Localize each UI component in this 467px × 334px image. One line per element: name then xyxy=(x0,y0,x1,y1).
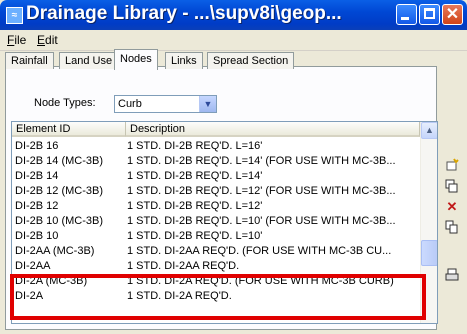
element-id-cell: DI-2B 10 xyxy=(15,230,59,242)
menu-file-label: ile xyxy=(14,33,27,47)
node-types-label: Node Types: xyxy=(34,97,96,109)
description-cell: 1 STD. DI-2B REQ'D. L=14' (FOR USE WITH … xyxy=(127,155,396,167)
tab-nodes[interactable]: Nodes xyxy=(114,49,158,70)
element-id-cell: DI-2AA xyxy=(15,260,51,272)
menu-bar: File Edit xyxy=(0,30,467,51)
title-bar[interactable]: ≈ Drainage Library - ...\supv8i\geop... … xyxy=(0,0,467,30)
list-item[interactable]: DI-2A 1 STD. DI-2A REQ'D. xyxy=(12,289,412,304)
new-item-icon[interactable] xyxy=(445,158,459,172)
element-id-cell: DI-2B 16 xyxy=(15,140,59,152)
menu-file[interactable]: File xyxy=(7,33,26,47)
description-cell: 1 STD. DI-2B REQ'D. L=12' xyxy=(127,200,263,212)
copy-icon[interactable] xyxy=(445,179,459,193)
list-item[interactable]: DI-2B 16 1 STD. DI-2B REQ'D. L=16' xyxy=(12,139,412,154)
node-types-select[interactable]: Curb ▼ xyxy=(114,95,217,113)
paste-icon[interactable] xyxy=(445,220,459,234)
drainage-app-icon[interactable]: ≈ xyxy=(6,7,23,24)
element-id-cell: DI-2B 12 xyxy=(15,200,59,212)
column-header-description[interactable]: Description xyxy=(126,122,420,137)
minimize-button[interactable] xyxy=(396,4,417,25)
paste-svg xyxy=(445,220,458,234)
list-item[interactable]: DI-2B 14 (MC-3B) 1 STD. DI-2B REQ'D. L=14… xyxy=(12,154,412,169)
element-id-cell: DI-2B 12 (MC-3B) xyxy=(15,185,104,197)
list-item[interactable]: DI-2B 12 (MC-3B) 1 STD. DI-2B REQ'D. L=12… xyxy=(12,184,412,199)
description-cell: 1 STD. DI-2AA REQ'D. xyxy=(127,260,240,272)
tab-links[interactable]: Links xyxy=(165,52,203,69)
tab-land-use[interactable]: Land Use xyxy=(59,52,119,69)
minimize-icon xyxy=(401,17,409,20)
print-icon[interactable] xyxy=(445,268,459,282)
node-types-value: Curb xyxy=(118,98,142,110)
copy-svg xyxy=(445,179,458,193)
element-id-cell: DI-2B 14 (MC-3B) xyxy=(15,155,104,167)
list-item[interactable]: DI-2B 10 (MC-3B) 1 STD. DI-2B REQ'D. L=10… xyxy=(12,214,412,229)
list-item[interactable]: DI-2B 12 1 STD. DI-2B REQ'D. L=12' xyxy=(12,199,412,214)
close-button[interactable]: ✕ xyxy=(442,4,463,25)
element-id-cell: DI-2AA (MC-3B) xyxy=(15,245,95,257)
element-id-cell: DI-2A xyxy=(15,290,44,302)
window-title: Drainage Library - ...\supv8i\geop... xyxy=(26,3,342,24)
list-item[interactable]: DI-2B 14 1 STD. DI-2B REQ'D. L=14' xyxy=(12,169,412,184)
description-cell: 1 STD. DI-2B REQ'D. L=10' (FOR USE WITH … xyxy=(127,215,396,227)
description-cell: 1 STD. DI-2AA REQ'D. (FOR USE WITH MC-3B… xyxy=(127,245,392,257)
menu-edit[interactable]: Edit xyxy=(37,33,58,47)
delete-icon[interactable]: ✕ xyxy=(445,200,459,214)
element-id-cell: DI-2B 14 xyxy=(15,170,59,182)
node-list[interactable]: Element ID Description DI-2B 16 1 STD. DI… xyxy=(11,121,438,324)
list-item[interactable]: DI-2AA (MC-3B) 1 STD. DI-2AA REQ'D. (FOR … xyxy=(12,244,412,259)
description-cell: 1 STD. DI-2B REQ'D. L=16' xyxy=(127,140,263,152)
list-item[interactable]: DI-2AA 1 STD. DI-2AA REQ'D. xyxy=(12,259,412,274)
description-cell: 1 STD. DI-2B REQ'D. L=10' xyxy=(127,230,263,242)
description-cell: 1 STD. DI-2B REQ'D. L=12' (FOR USE WITH … xyxy=(127,185,396,197)
scroll-up-icon[interactable]: ▲ xyxy=(421,122,437,139)
maximize-button[interactable] xyxy=(419,4,440,25)
description-cell: 1 STD. DI-2A REQ'D. xyxy=(127,290,232,302)
column-header-element-id[interactable]: Element ID xyxy=(12,122,126,137)
menu-edit-label: dit xyxy=(45,33,58,47)
list-item[interactable]: DI-2A (MC-3B) 1 STD. DI-2A REQ'D. (FOR US… xyxy=(12,274,412,289)
print-svg xyxy=(445,268,459,281)
scroll-thumb[interactable] xyxy=(421,240,437,266)
chevron-down-icon[interactable]: ▼ xyxy=(199,96,216,112)
maximize-icon xyxy=(424,8,435,19)
close-icon: ✕ xyxy=(445,6,460,23)
element-id-cell: DI-2B 10 (MC-3B) xyxy=(15,215,104,227)
vertical-scrollbar[interactable]: ▲ xyxy=(420,122,437,323)
new-item-svg xyxy=(446,158,459,171)
tab-rainfall[interactable]: Rainfall xyxy=(5,52,54,69)
menu-edit-mnemonic: E xyxy=(37,33,46,47)
list-rows: DI-2B 16 1 STD. DI-2B REQ'D. L=16' DI-2B 1… xyxy=(12,139,412,304)
element-id-cell: DI-2A (MC-3B) xyxy=(15,275,88,287)
description-cell: 1 STD. DI-2B REQ'D. L=14' xyxy=(127,170,263,182)
description-cell: 1 STD. DI-2A REQ'D. (FOR USE WITH MC-3B … xyxy=(127,275,394,287)
tab-spread-section[interactable]: Spread Section xyxy=(207,52,295,69)
list-item[interactable]: DI-2B 10 1 STD. DI-2B REQ'D. L=10' xyxy=(12,229,412,244)
